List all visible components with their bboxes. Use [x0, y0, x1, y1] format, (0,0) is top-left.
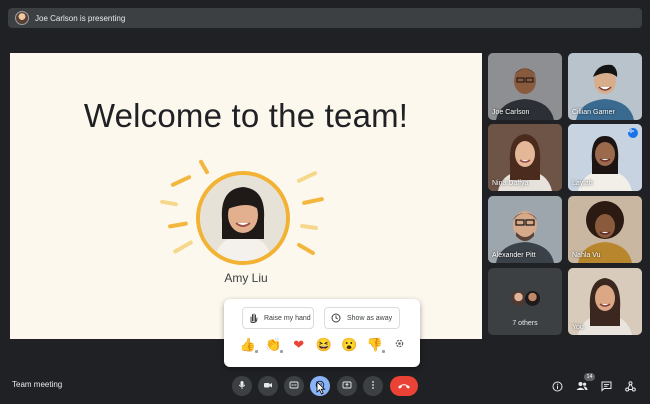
participant-tile[interactable]: Nahla Vu [568, 196, 642, 263]
participant-name: Alexander Pitt [492, 252, 536, 259]
participant-tile-active[interactable]: Laylah [568, 124, 642, 191]
people-count-badge: 14 [584, 373, 595, 381]
decor-ray [296, 242, 316, 256]
self-tile[interactable]: You [568, 268, 642, 335]
reaction-settings-icon[interactable] [390, 337, 410, 353]
emoji-reactions: 👍 👏 ❤ 😆 😮 👎 [238, 337, 410, 353]
participant-name: Laylah [572, 180, 593, 187]
decor-ray [198, 159, 210, 175]
others-tile[interactable]: 7 others [488, 268, 562, 335]
decor-ray [296, 170, 318, 184]
more-vert-icon [368, 377, 378, 395]
raise-hand-label: Raise my hand [264, 314, 311, 322]
reaction-laugh[interactable]: 😆 [314, 337, 334, 353]
slide-title: Welcome to the team! [83, 97, 409, 134]
mouse-cursor-icon [316, 381, 326, 400]
participant-tile[interactable]: Nina Daffya [488, 124, 562, 191]
more-options-button[interactable] [363, 376, 383, 396]
activities-icon[interactable] [623, 379, 637, 393]
speaking-icon [628, 128, 638, 138]
decor-ray [301, 196, 325, 206]
speaker-name: Amy Liu [224, 271, 268, 285]
info-icon[interactable] [550, 379, 564, 393]
others-avatar [524, 290, 541, 307]
hangup-icon [397, 377, 411, 395]
decor-ray [170, 174, 192, 188]
participant-tile[interactable]: Joe Carlson [488, 53, 562, 120]
reaction-clap[interactable]: 👏 [263, 337, 284, 353]
people-icon[interactable] [575, 379, 589, 393]
present-button[interactable] [337, 376, 357, 396]
participant-name: Cillian Garner [572, 109, 615, 116]
captions-button[interactable] [284, 376, 304, 396]
decor-ray [172, 239, 194, 255]
presenting-text: Joe Carlson is presenting [35, 13, 126, 23]
others-label: 7 others [512, 320, 538, 327]
meeting-name: Team meeting [12, 380, 63, 389]
reaction-surprised[interactable]: 😮 [339, 337, 359, 353]
participant-name: Nina Daffya [492, 180, 529, 187]
hand-icon [249, 313, 258, 323]
show-away-label: Show as away [347, 314, 393, 322]
camera-button[interactable] [258, 376, 278, 396]
reaction-thumbs-up[interactable]: 👍 [238, 337, 258, 353]
participant-tile[interactable]: Alexander Pitt [488, 196, 562, 263]
speaker-portrait [196, 171, 290, 265]
present-icon [342, 377, 352, 395]
decor-ray [167, 221, 189, 229]
decor-ray [159, 199, 179, 207]
microphone-icon [237, 377, 247, 395]
reactions-popup: Raise my hand Show as away 👍 👏 ❤ 😆 😮 👎 [224, 299, 420, 367]
chat-icon[interactable] [599, 379, 613, 393]
presenting-banner: Joe Carlson is presenting [8, 8, 642, 28]
show-away-button[interactable]: Show as away [324, 307, 400, 329]
presentation-slide: Welcome to the team! Amy Liu [10, 53, 482, 339]
participant-name: You [572, 324, 584, 331]
microphone-button[interactable] [232, 376, 252, 396]
decor-ray [299, 223, 319, 231]
participant-name: Joe Carlson [492, 109, 530, 116]
participant-tile[interactable]: Cillian Garner [568, 53, 642, 120]
clock-icon [331, 313, 341, 323]
reaction-thumbs-down[interactable]: 👎 [365, 337, 385, 353]
camera-icon [263, 377, 273, 395]
leave-call-button[interactable] [390, 376, 418, 396]
captions-icon [289, 377, 299, 395]
raise-hand-button[interactable]: Raise my hand [242, 307, 314, 329]
presenter-avatar [15, 11, 29, 25]
reaction-heart[interactable]: ❤ [289, 337, 309, 353]
participant-name: Nahla Vu [572, 252, 601, 259]
